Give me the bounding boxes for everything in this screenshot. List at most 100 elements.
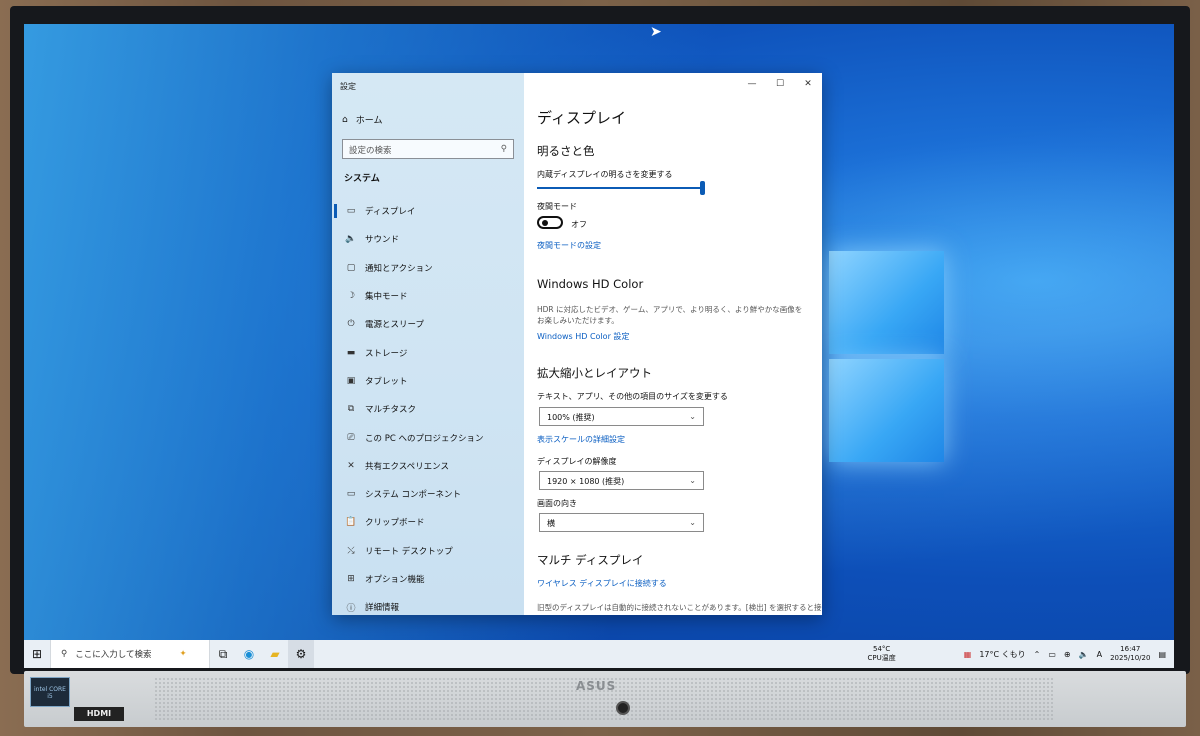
- weather-icon: ▦: [963, 649, 972, 659]
- notification-icon: ▢: [346, 262, 356, 273]
- gear-icon: ⚙: [295, 647, 307, 661]
- sparkle-icon: ✦: [179, 649, 187, 659]
- sidebar-item-label: 集中モード: [365, 292, 408, 303]
- chevron-down-icon: ⌄: [689, 412, 696, 421]
- edge-icon: ◉: [243, 647, 255, 661]
- moon-icon: ☽: [346, 291, 356, 302]
- explorer-button[interactable]: ▰: [262, 640, 288, 668]
- sidebar-item-label: ディスプレイ: [365, 207, 416, 218]
- sidebar-item-notifications[interactable]: ▢ 通知とアクション: [332, 254, 524, 282]
- cpu-temp-value: 54°C: [873, 645, 891, 653]
- settings-window: 設定 ⌂ ホーム 設定の検索 ⚲ システム ▭ ディスプレイ 🔈 サウンド ▢ 通知と…: [332, 73, 822, 615]
- sidebar-nav: ▭ ディスプレイ 🔈 サウンド ▢ 通知とアクション ☽ 集中モード ⏻ 電源とスリープ …: [332, 197, 524, 615]
- search-placeholder: 設定の検索: [349, 146, 392, 156]
- multi-display-note: 旧型のディスプレイは自動的に接続されないことがあります。[検出] を選択すると接: [537, 603, 822, 612]
- sidebar-item-power[interactable]: ⏻ 電源とスリープ: [332, 310, 524, 338]
- sidebar-item-about[interactable]: ⓘ 詳細情報: [332, 593, 524, 615]
- taskbar-search[interactable]: ⚲ ここに入力して検索 ✦: [50, 640, 210, 668]
- cpu-temp-label: CPU温度: [867, 654, 896, 662]
- sidebar-item-multitask[interactable]: ⧉ マルチタスク: [332, 395, 524, 423]
- chevron-down-icon: ⌄: [689, 476, 696, 485]
- hdr-description: HDR に対応したビデオ、ゲーム、アプリで、より明るく、より鮮やかな画像をお楽し…: [537, 305, 803, 325]
- home-icon: ⌂: [342, 114, 348, 125]
- hdr-heading: Windows HD Color: [537, 277, 644, 291]
- maximize-button[interactable]: ☐: [766, 73, 794, 95]
- sidebar-item-label: クリップボード: [365, 518, 425, 529]
- search-icon: ⚲: [500, 144, 507, 154]
- night-mode-settings-link[interactable]: 夜間モードの設定: [537, 240, 601, 251]
- sidebar-item-remote[interactable]: ⤯ リモート デスクトップ: [332, 537, 524, 565]
- page-title: ディスプレイ: [537, 109, 626, 127]
- cpu-temp-widget[interactable]: 54°C CPU温度: [868, 645, 896, 663]
- resolution-value: 1920 × 1080 (推奨): [547, 477, 625, 486]
- sidebar-item-display[interactable]: ▭ ディスプレイ: [332, 197, 524, 225]
- hdr-settings-link[interactable]: Windows HD Color 設定: [537, 331, 629, 342]
- features-icon: ⊞: [347, 574, 355, 584]
- settings-content: — ☐ ✕ ディスプレイ 明るさと色 内蔵ディスプレイの明るさを変更する 夜間モ…: [524, 73, 822, 615]
- clipboard-icon: 📋: [345, 517, 357, 528]
- settings-sidebar: 設定 ⌂ ホーム 設定の検索 ⚲ システム ▭ ディスプレイ 🔈 サウンド ▢ 通知と…: [332, 73, 524, 615]
- sidebar-item-focus[interactable]: ☽ 集中モード: [332, 282, 524, 310]
- window-controls: — ☐ ✕: [738, 73, 822, 95]
- sidebar-item-clipboard[interactable]: 📋 クリップボード: [332, 508, 524, 536]
- chevron-up-icon[interactable]: ⌃: [1034, 650, 1041, 659]
- task-view-button[interactable]: ⧉: [210, 640, 236, 668]
- brightness-slider[interactable]: [537, 181, 705, 195]
- action-center-icon[interactable]: ▤: [1158, 650, 1166, 659]
- sidebar-item-label: ストレージ: [365, 348, 408, 359]
- night-mode-toggle[interactable]: [537, 216, 563, 229]
- home-link[interactable]: ⌂ ホーム: [342, 113, 383, 127]
- sidebar-item-label: 共有エクスペリエンス: [365, 461, 449, 472]
- task-view-icon: ⧉: [218, 646, 228, 661]
- edge-button[interactable]: ◉: [236, 640, 262, 668]
- cpu-sticker: intel CORE i5: [30, 677, 70, 707]
- weather-text[interactable]: 17°C くもり: [979, 649, 1025, 660]
- sidebar-item-tablet[interactable]: ▣ タブレット: [332, 367, 524, 395]
- brightness-heading: 明るさと色: [537, 144, 595, 158]
- advanced-scale-link[interactable]: 表示スケールの詳細設定: [537, 434, 625, 445]
- sidebar-item-label: オプション機能: [365, 575, 425, 585]
- sidebar-item-label: この PC へのプロジェクション: [365, 433, 484, 444]
- sidebar-item-sound[interactable]: 🔈 サウンド: [332, 225, 524, 253]
- slider-thumb[interactable]: [700, 181, 705, 195]
- sidebar-item-label: サウンド: [365, 235, 400, 246]
- ime-indicator[interactable]: A: [1097, 650, 1102, 659]
- window-title: 設定: [340, 82, 356, 91]
- sidebar-item-components[interactable]: ▭ システム コンポーネント: [332, 480, 524, 508]
- multi-display-heading: マルチ ディスプレイ: [537, 553, 644, 567]
- webcam-icon: [616, 701, 630, 715]
- minimize-button[interactable]: —: [738, 73, 766, 95]
- network-icon[interactable]: ▭: [1048, 650, 1056, 659]
- windows-icon: ⊞: [31, 647, 43, 661]
- close-button[interactable]: ✕: [794, 73, 822, 95]
- home-label: ホーム: [355, 116, 383, 126]
- resolution-label: ディスプレイの解像度: [537, 457, 617, 466]
- folder-icon: ▰: [270, 647, 280, 661]
- scale-heading: 拡大縮小とレイアウト: [537, 366, 652, 380]
- desktop: ➤ 設定 ⌂ ホーム 設定の検索 ⚲ システム ▭ ディスプレイ 🔈 サウンド ▢ 通…: [24, 24, 1174, 666]
- sidebar-item-storage[interactable]: ▬ ストレージ: [332, 338, 524, 366]
- scale-dropdown[interactable]: 100% (推奨) ⌄: [539, 407, 704, 426]
- brightness-label: 内蔵ディスプレイの明るさを変更する: [537, 170, 673, 179]
- mouse-cursor-icon: ➤: [650, 24, 662, 40]
- globe-icon[interactable]: ⊕: [1064, 650, 1071, 659]
- power-icon: ⏻: [347, 319, 355, 330]
- sidebar-item-features[interactable]: ⊞ オプション機能: [332, 565, 524, 593]
- resolution-dropdown[interactable]: 1920 × 1080 (推奨) ⌄: [539, 471, 704, 490]
- sidebar-item-label: タブレット: [365, 376, 408, 387]
- taskbar: ⊞ ⚲ ここに入力して検索 ✦ ⧉ ◉ ▰ ⚙ 54°C CPU温度 ▦ 17°…: [24, 640, 1174, 668]
- settings-taskbar-button[interactable]: ⚙: [288, 640, 314, 668]
- clock[interactable]: 16:47 2025/10/20: [1110, 645, 1150, 663]
- multitask-icon: ⧉: [347, 404, 355, 415]
- settings-search-input[interactable]: 設定の検索 ⚲: [342, 139, 514, 159]
- sidebar-item-projection[interactable]: ⎚ この PC へのプロジェクション: [332, 423, 524, 451]
- night-mode-state: オフ: [571, 220, 587, 229]
- sidebar-item-shared[interactable]: ✕ 共有エクスペリエンス: [332, 452, 524, 480]
- info-icon: ⓘ: [346, 603, 356, 614]
- wireless-display-link[interactable]: ワイヤレス ディスプレイに接続する: [537, 578, 667, 589]
- orientation-dropdown[interactable]: 横 ⌄: [539, 513, 704, 532]
- start-button[interactable]: ⊞: [24, 640, 50, 668]
- night-mode-label: 夜間モード: [537, 202, 577, 211]
- volume-icon[interactable]: 🔈: [1079, 650, 1089, 659]
- clock-time: 16:47: [1120, 645, 1141, 653]
